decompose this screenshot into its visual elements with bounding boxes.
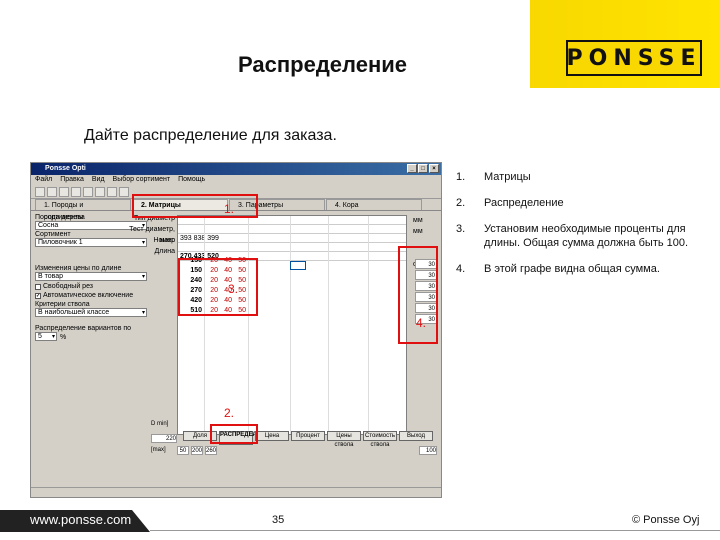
stem-value-button[interactable]: Стоимость ствола — [363, 431, 397, 448]
copyright: © Ponsse Oyj — [632, 514, 700, 526]
diameter-max-label: Тест диаметр, макс — [129, 226, 175, 244]
print-icon[interactable] — [71, 187, 81, 197]
list-item: 1. Матрицы — [456, 171, 531, 183]
grid-input-row[interactable] — [178, 243, 406, 252]
new-icon[interactable] — [35, 187, 45, 197]
footer-site-link[interactable]: www.ponsse.com — [30, 512, 131, 527]
open-icon[interactable] — [47, 187, 57, 197]
list-item: 2. Распределение — [456, 197, 564, 209]
page-number: 35 — [272, 514, 285, 526]
bottom-value: 260 — [205, 446, 217, 455]
callout-distribution-button — [210, 424, 258, 444]
grid-line — [204, 216, 205, 434]
dist-label: Распределение вариантов по — [35, 325, 132, 332]
copy-icon[interactable] — [95, 187, 105, 197]
undo-icon[interactable] — [119, 187, 129, 197]
ponsse-logo: PONSSE — [566, 40, 702, 76]
price-label: Изменения цены по длине — [35, 265, 122, 272]
number-label: Номер — [153, 237, 175, 244]
checkmark-icon: ✓ — [35, 292, 41, 299]
slide-title: Распределение — [238, 52, 407, 77]
grid-input-row[interactable]: 393 838 399 — [178, 234, 406, 243]
callout-matrices — [132, 194, 258, 218]
checkbox-box — [35, 283, 41, 290]
bottom-values: 50 200 260 — [177, 446, 217, 455]
dist-stepper[interactable]: 5 — [35, 332, 57, 341]
unit-label: мм — [413, 228, 423, 235]
grid-line — [368, 216, 369, 434]
criteria-label: Критерии ствола — [35, 301, 90, 308]
free-cut-checkbox[interactable]: Свободный рез — [35, 282, 147, 291]
minimize-icon[interactable]: _ — [407, 164, 417, 173]
maximize-icon[interactable]: □ — [418, 164, 428, 173]
auto-checkbox[interactable]: ✓ Автоматическое включение — [35, 291, 147, 300]
window-titlebar[interactable]: Ponsse Opti _ □ × — [31, 163, 441, 175]
bottom-value: 50 — [177, 446, 189, 455]
grid-input-row[interactable] — [178, 225, 406, 234]
window-controls: _ □ × — [407, 164, 439, 173]
menu-item-edit[interactable]: Правка — [60, 175, 84, 185]
selected-cell[interactable] — [290, 261, 306, 270]
close-icon[interactable]: × — [429, 164, 439, 173]
grid-line — [328, 216, 329, 434]
grid-line — [248, 216, 249, 434]
matrix-labels: Тип диаметр Тест диаметр, макс Номер Дли… — [115, 213, 175, 257]
cut-icon[interactable] — [83, 187, 93, 197]
auto-label: Автоматическое включение — [43, 292, 134, 299]
footer-divider — [150, 530, 720, 531]
dmin-value: 220 — [151, 434, 177, 443]
output-button[interactable]: Выход — [399, 431, 433, 441]
dmax-label: [max] — [151, 447, 166, 453]
callout-label-3: 3. — [228, 282, 239, 296]
menu-item-select[interactable]: Выбор сортимент — [113, 175, 171, 185]
steps-list: 1. Матрицы 2. Распределение 3. Установим не… — [456, 170, 712, 288]
status-bar — [31, 487, 441, 497]
callout-label-1: 1. — [224, 202, 235, 216]
save-icon[interactable] — [59, 187, 69, 197]
list-item: 3. Установим необходимые проценты для дли… — [456, 223, 689, 249]
tab-species[interactable]: 1. Породы и сортименты — [35, 199, 131, 221]
total-value: 100 — [419, 446, 437, 455]
window-title: Ponsse Opti — [45, 165, 86, 172]
free-cut-label: Свободный рез — [43, 283, 94, 290]
callout-label-2: 2. — [224, 406, 235, 420]
length-label: Длина — [154, 248, 176, 255]
distribution-grid[interactable]: 393 838 399 270 433 520 150 20 40 50 150 20 4… — [177, 215, 407, 435]
grid-line — [290, 216, 291, 434]
stem-price-button[interactable]: Цены ствола — [327, 431, 361, 448]
percent-button[interactable]: Процент — [291, 431, 325, 441]
price-select[interactable]: В товар — [35, 272, 147, 281]
tab-bark[interactable]: 4. Кора — [326, 199, 422, 210]
dist-unit: % — [60, 333, 67, 341]
criteria-select[interactable]: В наибольшей классе — [35, 308, 147, 317]
menu-bar: Файл Правка Вид Выбор сортимент Помощь — [31, 175, 441, 185]
paste-icon[interactable] — [107, 187, 117, 197]
menu-item-help[interactable]: Помощь — [178, 175, 205, 185]
list-item: 4. В этой графе видна общая сумма. — [456, 263, 660, 275]
callout-label-4: 4. — [416, 316, 427, 330]
unit-label: мм — [413, 217, 423, 224]
slide-subtitle: Дайте распределение для заказа. — [84, 127, 337, 144]
menu-item-file[interactable]: Файл — [35, 175, 52, 185]
dmin-label: D min] — [151, 421, 169, 427]
price-button[interactable]: Цена — [255, 431, 289, 441]
menu-item-view[interactable]: Вид — [92, 175, 105, 185]
bottom-value: 200 — [191, 446, 203, 455]
callout-percentages — [178, 258, 258, 316]
